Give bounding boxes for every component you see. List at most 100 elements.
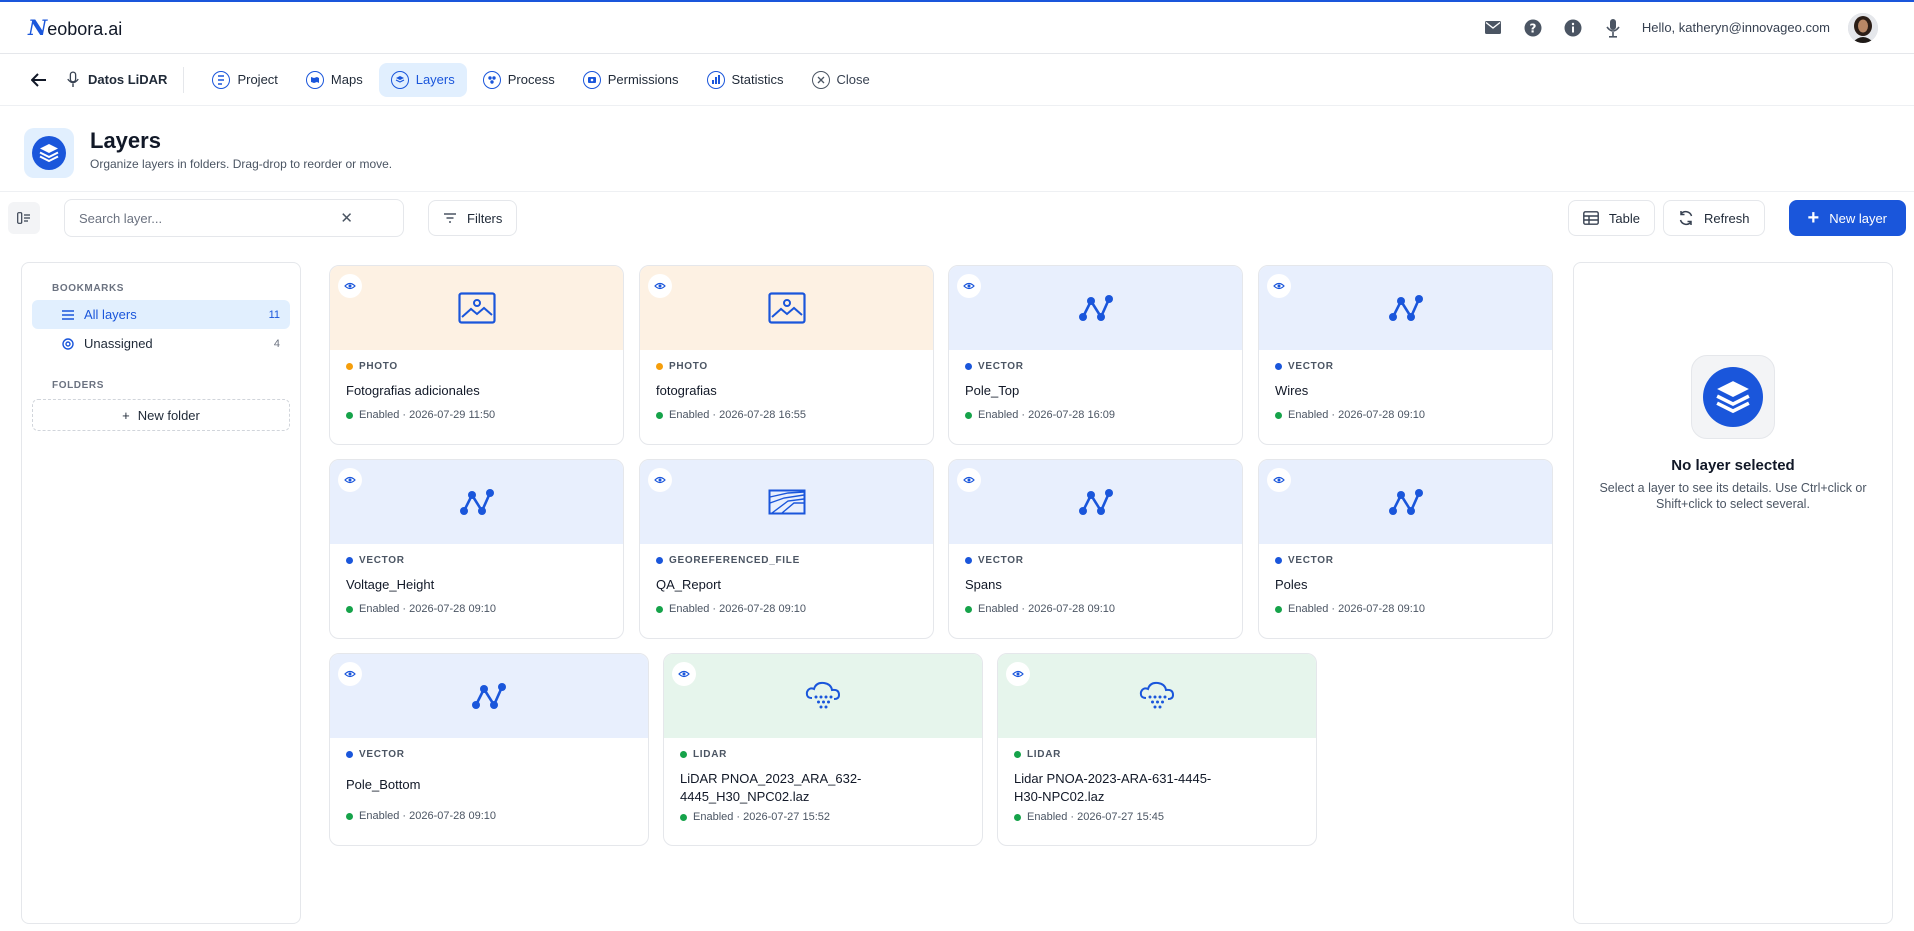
layer-status: Enabled · 2026-07-28 16:55: [656, 409, 917, 421]
sidebar-toggle-button[interactable]: [8, 202, 40, 234]
georeferenced-map-icon: [768, 489, 805, 515]
visibility-eye-icon[interactable]: [1006, 662, 1030, 686]
layers-icon: [1691, 355, 1775, 439]
visibility-eye-icon[interactable]: [648, 468, 672, 492]
info-icon[interactable]: [1562, 17, 1584, 39]
visibility-eye-icon[interactable]: [648, 274, 672, 298]
close-icon: [811, 70, 830, 89]
project-name[interactable]: Datos LiDAR: [66, 66, 185, 93]
refresh-button[interactable]: Refresh: [1662, 200, 1765, 236]
layer-status: Enabled · 2026-07-28 09:10: [346, 810, 632, 822]
layer-status-label: Enabled · 2026-07-27 15:45: [1027, 811, 1164, 823]
visibility-eye-icon[interactable]: [957, 274, 981, 298]
vector-icon: [1078, 295, 1113, 321]
filters-button[interactable]: Filters: [428, 200, 518, 236]
clear-search-icon[interactable]: ✕: [340, 209, 353, 227]
card-thumbnail: [640, 266, 933, 350]
layer-name: Wires: [1275, 383, 1309, 398]
layer-card[interactable]: VECTOR Poles Enabled · 2026-07-28 09:10: [1258, 459, 1553, 639]
tab-statistics[interactable]: Statistics: [695, 63, 796, 97]
tab-layers[interactable]: Layers: [378, 62, 467, 97]
tab-permissions[interactable]: Permissions: [571, 63, 691, 97]
tab-label: Layers: [415, 72, 455, 87]
layer-status-label: Enabled · 2026-07-28 09:10: [359, 603, 496, 615]
folders-sidebar: BOOKMARKS All layers 11 Unassigned 4 FOL…: [21, 262, 301, 924]
status-dot: [1275, 605, 1282, 613]
visibility-eye-icon[interactable]: [338, 662, 362, 686]
card-thumbnail: [949, 266, 1242, 350]
mail-icon[interactable]: [1482, 17, 1504, 39]
visibility-eye-icon[interactable]: [1267, 274, 1291, 298]
tab-process[interactable]: Process: [471, 63, 567, 97]
card-thumbnail: [640, 460, 933, 544]
filter-icon: [444, 213, 456, 223]
sidebar-item-count: 11: [268, 308, 280, 321]
visibility-eye-icon[interactable]: [338, 468, 362, 492]
search-input[interactable]: [79, 210, 341, 226]
page-title: Layers: [90, 128, 161, 153]
layer-type-label: VECTOR: [359, 555, 405, 566]
layer-card[interactable]: LIDAR Lidar PNOA-2023-ARA-631-4445-H30-N…: [997, 653, 1317, 846]
layer-card[interactable]: VECTOR Wires Enabled · 2026-07-28 09:10: [1258, 265, 1553, 445]
target-icon: [62, 337, 74, 350]
help-icon[interactable]: ?: [1522, 17, 1544, 39]
layer-status: Enabled · 2026-07-28 09:10: [656, 603, 917, 615]
layer-status: Enabled · 2026-07-28 09:10: [1275, 409, 1536, 421]
status-dot: [346, 605, 353, 613]
new-layer-button[interactable]: + New layer: [1788, 200, 1906, 236]
project-name-label: Datos LiDAR: [88, 72, 168, 87]
layer-status-label: Enabled · 2026-07-29 11:50: [359, 409, 496, 421]
layer-card[interactable]: PHOTO Fotografias adicionales Enabled · …: [329, 265, 624, 445]
layer-status-label: Enabled · 2026-07-28 09:10: [669, 603, 806, 615]
new-folder-label: New folder: [137, 407, 200, 423]
layer-type: PHOTO: [346, 361, 607, 372]
status-dot: [965, 411, 972, 419]
layer-detail-panel: No layer selected Select a layer to see …: [1573, 262, 1893, 924]
card-thumbnail: [949, 460, 1242, 544]
tab-project[interactable]: Project: [200, 63, 289, 97]
visibility-eye-icon[interactable]: [672, 662, 696, 686]
sidebar-item-unassigned[interactable]: Unassigned 4: [32, 329, 290, 358]
refresh-label: Refresh: [1703, 210, 1750, 226]
status-dot: [346, 812, 353, 820]
layer-type-label: PHOTO: [359, 361, 398, 372]
layer-card[interactable]: VECTOR Pole_Top Enabled · 2026-07-28 16:…: [948, 265, 1243, 445]
refresh-icon: [1679, 210, 1693, 226]
layer-type-label: VECTOR: [978, 361, 1024, 372]
sidebar-item-all-layers[interactable]: All layers 11: [32, 300, 290, 329]
layer-card[interactable]: PHOTO fotografias Enabled · 2026-07-28 1…: [639, 265, 934, 445]
layer-card[interactable]: LIDAR LiDAR PNOA_2023_ARA_632-4445_H30_N…: [663, 653, 983, 846]
layer-card[interactable]: VECTOR Voltage_Height Enabled · 2026-07-…: [329, 459, 624, 639]
layer-type: LIDAR: [1014, 749, 1300, 760]
vector-icon: [1388, 489, 1423, 515]
avatar[interactable]: [1848, 12, 1878, 43]
layer-card[interactable]: GEOREFERENCED_FILE QA_Report Enabled · 2…: [639, 459, 934, 639]
toolbar: ✕ Filters Table Refresh + New layer: [0, 192, 1914, 244]
layer-card[interactable]: VECTOR Spans Enabled · 2026-07-28 09:10: [948, 459, 1243, 639]
logo-text: eobora.ai: [47, 19, 123, 39]
table-label: Table: [1608, 210, 1640, 226]
card-thumbnail: [330, 654, 648, 738]
layer-type: VECTOR: [1275, 555, 1536, 566]
layer-name: Pole_Top: [965, 383, 1020, 398]
visibility-eye-icon[interactable]: [1267, 468, 1291, 492]
new-folder-button[interactable]: + New folder: [32, 399, 290, 431]
layer-type-label: VECTOR: [978, 555, 1024, 566]
sidebar-item-label: Unassigned: [84, 336, 153, 351]
status-dot: [680, 813, 687, 821]
layer-card[interactable]: VECTOR Pole_Bottom Enabled · 2026-07-28 …: [329, 653, 649, 846]
layer-type: LIDAR: [680, 749, 966, 760]
user-greeting[interactable]: Hello, katheryn@innovageo.com: [1642, 20, 1830, 35]
visibility-eye-icon[interactable]: [957, 468, 981, 492]
back-arrow-icon[interactable]: [28, 69, 50, 91]
layer-type: PHOTO: [656, 361, 917, 372]
layer-status: Enabled · 2026-07-28 09:10: [965, 603, 1226, 615]
type-dot: [965, 363, 972, 370]
visibility-eye-icon[interactable]: [338, 274, 362, 298]
image-icon: [457, 292, 496, 324]
app-logo[interactable]: Neobora.ai: [28, 15, 122, 40]
microphone-icon[interactable]: [1602, 17, 1624, 39]
tab-maps[interactable]: Maps: [294, 63, 375, 97]
table-view-button[interactable]: Table: [1567, 200, 1655, 236]
tab-close[interactable]: Close: [800, 63, 882, 97]
